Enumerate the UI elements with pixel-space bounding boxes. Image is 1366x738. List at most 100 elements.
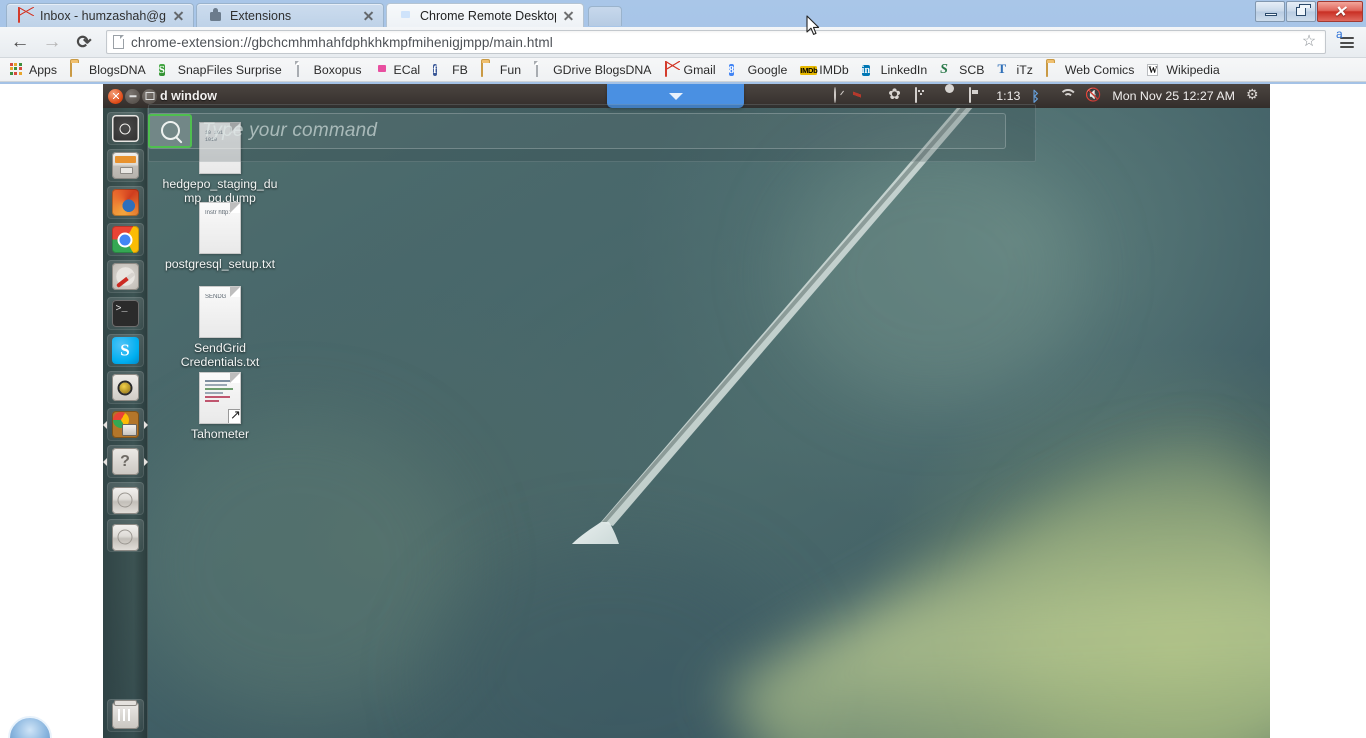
sidebar-item-trash[interactable] [106,699,144,732]
imdb-icon: IMDb [800,66,818,75]
wifi-icon[interactable] [1058,88,1074,104]
search-button[interactable] [148,113,192,148]
window-controls: ✕ [1255,1,1363,22]
ubuntu-close-icon[interactable] [108,88,123,104]
battery-label: 1:13 [996,89,1021,103]
bookmark-label: LinkedIn [880,62,928,77]
fan-icon[interactable]: ✿ [888,88,904,104]
ubuntu-minimize-icon[interactable] [125,88,140,104]
dash-search-bar[interactable]: Type your command [148,113,1006,149]
remote-desktop-viewport[interactable]: d window ✿ 1:13 ᛒ 🔇 Mon Nov 25 12:27 AM … [103,84,1270,738]
bookmark-google[interactable]: 8 Google [724,60,793,79]
desktop-icon-tahometer[interactable]: Tahometer [155,372,285,441]
hard-disk-icon [111,523,139,551]
page-gutter-left [0,84,103,738]
folder-icon [1045,61,1061,77]
bookmark-ecal[interactable]: ECal [370,60,426,79]
bookmark-star-icon[interactable]: ☆ [1299,32,1319,52]
gear-icon[interactable]: ⚙ [1246,88,1262,104]
desktop-icon-postgresql-setup-txt[interactable]: Instr http: postgresql_setup.txt [155,202,285,271]
bookmark-web-comics[interactable]: Web Comics [1041,60,1139,79]
forward-button[interactable]: → [38,29,66,55]
sidebar-item-files[interactable] [106,149,144,182]
page-gutter-right [1270,84,1366,738]
desktop-icon-sendgrid-credentials-txt[interactable]: SENDG SendGrid Credentials.txt [155,286,285,369]
tab-chrome-remote-desktop[interactable]: Chrome Remote Desktop [386,3,584,27]
search-input[interactable]: Type your command [202,120,377,142]
box-icon[interactable] [915,87,931,104]
ubuntu-indicator-area: ✿ 1:13 ᛒ 🔇 Mon Nov 25 12:27 AM ⚙ [834,87,1270,104]
chrome-remote-desktop-icon [111,411,139,438]
battery-icon[interactable] [969,87,985,104]
itz-icon: T [997,61,1007,76]
sidebar-item-firefox[interactable] [106,186,144,219]
sidebar-item-disk-1[interactable] [106,482,144,515]
wallpaper-bokeh [133,414,463,714]
text-file-icon: SENDG [199,286,241,338]
book-icon[interactable] [861,88,877,104]
clock-circle-icon[interactable] [834,87,850,104]
bookmark-label: GDrive BlogsDNA [553,62,652,77]
bookmark-wikipedia[interactable]: W Wikipedia [1142,60,1224,79]
skype-icon [111,337,139,364]
question-mark-icon [111,448,139,475]
ubuntu-maximize-icon[interactable] [142,88,157,104]
sidebar-item-chrome[interactable] [106,223,144,256]
sidebar-item-disk-2[interactable] [106,519,144,552]
bookmark-gmail[interactable]: Gmail [660,60,721,79]
close-icon[interactable] [172,9,185,22]
bookmark-fun[interactable]: Fun [476,60,526,79]
tab-inbox[interactable]: Inbox - humzashah@gma [6,3,194,27]
scb-icon: S [940,62,948,77]
reload-button[interactable]: ⟳ [70,29,98,55]
bookmark-apps[interactable]: Apps [5,60,62,79]
restore-button[interactable] [1286,1,1316,22]
bookmark-label: Fun [499,62,522,77]
sidebar-item-help[interactable] [106,445,144,478]
ubuntu-window-buttons [103,88,157,104]
bookmark-snapfiles-surprise[interactable]: S SnapFiles Surprise [154,60,287,79]
browser-toolbar: ← → ⟳ chrome-extension://gbchcmhmhahfdph… [0,27,1366,58]
menu-badge: a [1336,27,1343,41]
arrow-right-icon: → [42,31,62,53]
bookmark-boxopus[interactable]: Boxopus [290,60,367,79]
bookmark-fb[interactable]: f FB [428,60,473,79]
page-icon [113,35,124,49]
bookmark-itz[interactable]: T iTz [992,60,1037,79]
address-bar[interactable]: chrome-extension://gbchcmhmhahfdphkhkmpf… [106,30,1326,54]
bookmark-blogsdna[interactable]: BlogsDNA [65,60,151,79]
bookmark-gdrive-blogsdna[interactable]: GDrive BlogsDNA [529,60,656,79]
text-file-icon: Instr http: [199,202,241,254]
trash-icon [111,700,139,729]
bookmark-label: Web Comics [1064,62,1135,77]
bookmark-linkedin[interactable]: in LinkedIn [857,60,933,79]
close-icon[interactable] [362,9,375,22]
bluetooth-icon[interactable]: ᛒ [1031,88,1047,104]
tab-extensions[interactable]: Extensions [196,3,384,27]
bookmark-scb[interactable]: S SCB [935,60,989,79]
tab-label: Chrome Remote Desktop [420,8,556,23]
sidebar-item-terminal[interactable] [106,297,144,330]
back-button[interactable]: ← [6,29,34,55]
speaker-muted-icon[interactable]: 🔇 [1085,88,1101,104]
chrome-menu-button[interactable]: a [1334,27,1360,55]
desktop-icon-label: postgresql_setup.txt [164,257,276,271]
sidebar-item-chrome-remote-desktop[interactable] [106,408,144,441]
bookmark-label: Gmail [683,62,716,77]
new-tab-button[interactable] [588,6,622,26]
bookmark-imdb[interactable]: IMDb IMDb [795,60,853,79]
sidebar-item-system-tools[interactable] [106,260,144,293]
sidebar-item-dash-home[interactable] [106,112,144,145]
close-button[interactable]: ✕ [1317,1,1363,22]
sidebar-item-skype[interactable] [106,334,144,367]
minimize-button[interactable] [1255,1,1285,22]
bookmark-label: ECal [393,62,421,77]
page-icon [534,61,549,77]
sidebar-item-coin-app[interactable] [106,371,144,404]
clock-label[interactable]: Mon Nov 25 12:27 AM [1112,89,1235,103]
facebook-icon: f [433,64,437,76]
gmail-icon [664,61,680,77]
cloud-icon[interactable] [942,88,958,104]
close-icon[interactable] [562,9,575,22]
coin-icon [111,374,139,401]
